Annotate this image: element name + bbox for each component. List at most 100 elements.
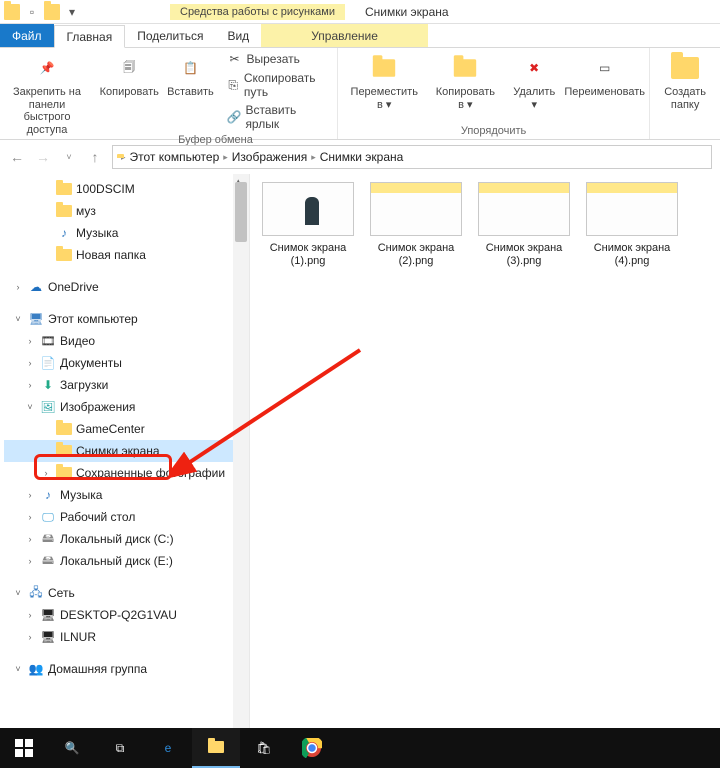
network-icon: 🖧 — [28, 585, 44, 601]
group-organize-label: Упорядочить — [344, 123, 643, 137]
tree-music[interactable]: ›♪Музыка — [4, 484, 249, 506]
chrome-button[interactable] — [288, 728, 336, 768]
folder-icon — [56, 465, 72, 481]
cut-button[interactable]: ✂Вырезать — [222, 50, 330, 68]
disk-icon: 🖴 — [40, 531, 56, 547]
cloud-icon: ☁ — [28, 279, 44, 295]
tree-netpc[interactable]: ›🖥DESKTOP-Q2G1VAU — [4, 604, 249, 626]
crumb-images[interactable]: Изображения▸ — [232, 150, 316, 164]
tree-savedphotos[interactable]: ›Сохраненные фотографии — [4, 462, 249, 484]
edge-button[interactable]: e — [144, 728, 192, 768]
pin-icon: 📌 — [31, 52, 63, 84]
crumb-screenshots[interactable]: Снимки экрана — [320, 150, 404, 164]
folder-icon — [56, 247, 72, 263]
copy-path-button[interactable]: ⎘Скопировать путь — [222, 70, 330, 100]
qat-props-icon[interactable]: ▫ — [24, 4, 40, 20]
copy-to-button[interactable]: Копировать в ▾ — [429, 50, 503, 123]
tree-item[interactable]: ♪Музыка — [4, 222, 249, 244]
moveto-icon — [368, 52, 400, 84]
new-folder-button[interactable]: Создать папку — [656, 50, 714, 123]
homegroup-icon: 👥 — [28, 661, 44, 677]
navigation-pane[interactable]: 100DSCIM муз ♪Музыка Новая папка ›☁OneDr… — [0, 174, 250, 738]
thumbnail-icon — [262, 182, 354, 236]
copypath-icon: ⎘ — [226, 77, 239, 93]
tree-netpc[interactable]: ›🖥ILNUR — [4, 626, 249, 648]
tab-view[interactable]: Вид — [215, 24, 261, 47]
paste-button[interactable]: 📋 Вставить — [162, 50, 218, 132]
nav-back-button[interactable]: ← — [8, 148, 26, 166]
paste-shortcut-button[interactable]: 🔗Вставить ярлык — [222, 102, 330, 132]
taskview-button[interactable]: ⧉ — [96, 728, 144, 768]
pasteshortcut-icon: 🔗 — [226, 109, 241, 125]
tree-video[interactable]: ›🎞Видео — [4, 330, 249, 352]
tree-network[interactable]: ˅🖧Сеть — [4, 582, 249, 604]
tree-desktop[interactable]: ›🖵Рабочий стол — [4, 506, 249, 528]
tree-thispc[interactable]: ˅🖥Этот компьютер — [4, 308, 249, 330]
tree-downloads[interactable]: ›⬇Загрузки — [4, 374, 249, 396]
tree-diskc[interactable]: ›🖴Локальный диск (C:) — [4, 528, 249, 550]
tree-screenshots[interactable]: Снимки экрана — [4, 440, 249, 462]
explorer-button[interactable] — [192, 728, 240, 768]
delete-button[interactable]: ✖ Удалить ▾ — [506, 50, 562, 123]
file-item[interactable]: Снимок экрана (2).png — [366, 182, 466, 268]
tree-onedrive[interactable]: ›☁OneDrive — [4, 276, 249, 298]
breadcrumb-bar[interactable]: ▸ Этот компьютер▸ Изображения▸ Снимки эк… — [112, 145, 712, 169]
copy-button[interactable]: 🗐 Копировать — [100, 50, 158, 132]
tree-homegroup[interactable]: ˅👥Домашняя группа — [4, 658, 249, 680]
pc-icon: 🖥 — [28, 311, 44, 327]
ribbon-tabs: Файл Главная Поделиться Вид Управление — [0, 24, 720, 48]
ribbon: 📌 Закрепить на панели быстрого доступа 🗐… — [0, 48, 720, 140]
taskbar: 🔍 ⧉ e 🛍 — [0, 728, 720, 768]
netpc-icon: 🖥 — [40, 607, 56, 623]
tree-item[interactable]: 100DSCIM — [4, 178, 249, 200]
file-item[interactable]: Снимок экрана (1).png — [258, 182, 358, 268]
images-icon: 🖼 — [40, 399, 56, 415]
tree-gamecenter[interactable]: GameCenter — [4, 418, 249, 440]
folder-icon — [56, 203, 72, 219]
file-item[interactable]: Снимок экрана (3).png — [474, 182, 574, 268]
tree-diske[interactable]: ›🖴Локальный диск (E:) — [4, 550, 249, 572]
delete-icon: ✖ — [518, 52, 550, 84]
newfolder-icon — [669, 52, 701, 84]
desktop-icon: 🖵 — [40, 509, 56, 525]
thumbnail-icon — [478, 182, 570, 236]
nav-recent-button[interactable]: ˅ — [60, 148, 78, 166]
qat-customize-icon[interactable]: ▾ — [64, 4, 80, 20]
file-item[interactable]: Снимок экрана (4).png — [582, 182, 682, 268]
qat-newfolder-icon[interactable] — [44, 4, 60, 20]
picture-tools-contextual: Средства работы с рисунками — [170, 4, 345, 20]
cut-icon: ✂ — [226, 51, 242, 67]
folder-icon — [56, 443, 72, 459]
scrollbar-thumb[interactable] — [235, 182, 247, 242]
thumbnail-icon — [370, 182, 462, 236]
music-icon: ♪ — [40, 487, 56, 503]
window-title: Снимки экрана — [365, 5, 449, 19]
music-icon: ♪ — [56, 225, 72, 241]
rename-icon: ▭ — [589, 52, 621, 84]
disk-icon: 🖴 — [40, 553, 56, 569]
nav-scrollbar[interactable]: ▴ ▾ — [233, 174, 249, 738]
nav-up-button[interactable]: ↑ — [86, 148, 104, 166]
tab-share[interactable]: Поделиться — [125, 24, 215, 47]
move-to-button[interactable]: Переместить в ▾ — [344, 50, 425, 123]
tree-item[interactable]: Новая папка — [4, 244, 249, 266]
search-button[interactable]: 🔍 — [48, 728, 96, 768]
titlebar: ▫ ▾ Средства работы с рисунками Снимки э… — [0, 0, 720, 24]
nav-forward-button[interactable]: → — [34, 148, 52, 166]
rename-button[interactable]: ▭ Переименовать — [566, 50, 643, 123]
folder-icon — [56, 421, 72, 437]
copyto-icon — [449, 52, 481, 84]
downloads-icon: ⬇ — [40, 377, 56, 393]
start-button[interactable] — [0, 728, 48, 768]
tree-item[interactable]: муз — [4, 200, 249, 222]
tab-manage[interactable]: Управление — [261, 24, 428, 47]
store-button[interactable]: 🛍 — [240, 728, 288, 768]
pin-quickaccess-button[interactable]: 📌 Закрепить на панели быстрого доступа — [6, 50, 88, 139]
copy-icon: 🗐 — [113, 52, 145, 84]
crumb-thispc[interactable]: Этот компьютер▸ — [130, 150, 228, 164]
tab-file[interactable]: Файл — [0, 24, 54, 47]
content-pane[interactable]: Снимок экрана (1).png Снимок экрана (2).… — [250, 174, 720, 738]
tree-documents[interactable]: ›📄Документы — [4, 352, 249, 374]
tree-images[interactable]: ˅🖼Изображения — [4, 396, 249, 418]
tab-home[interactable]: Главная — [54, 25, 126, 48]
